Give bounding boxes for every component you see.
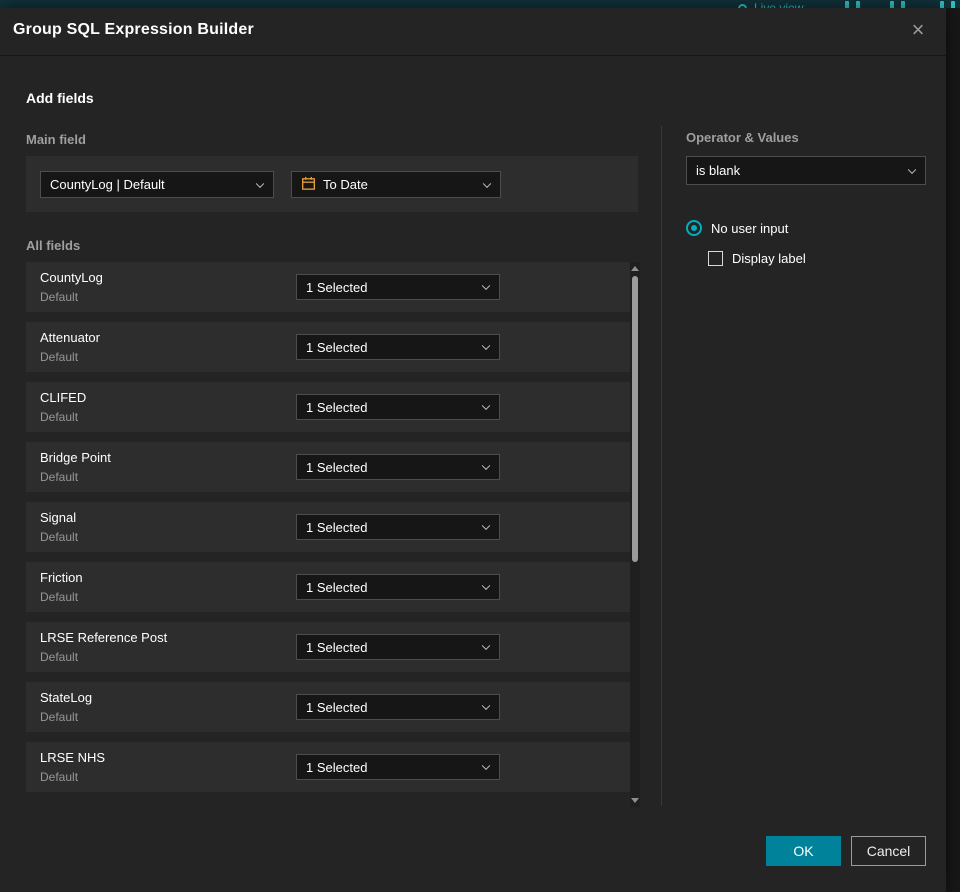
toolbar-icon[interactable] [901, 1, 905, 8]
field-name: LRSE Reference Post [40, 630, 168, 645]
selected-value: 1 Selected [306, 399, 368, 415]
main-field-container: CountyLog | Default To Date [26, 156, 638, 212]
chevron-down-icon [481, 641, 491, 651]
chevron-down-icon [255, 179, 265, 188]
field-row-friction: Friction Default 1 Selected [26, 562, 638, 612]
main-field-label: Main field [26, 132, 86, 147]
app-toolbar-clipped: Live view [0, 1, 960, 8]
chevron-down-icon [481, 401, 491, 411]
field-selected-dropdown[interactable]: 1 Selected [296, 334, 500, 360]
field-name: Bridge Point [40, 450, 111, 465]
live-view-toggle[interactable]: Live view [738, 1, 803, 8]
chevron-down-icon [481, 701, 491, 711]
radio-label: No user input [711, 220, 789, 236]
operator-dropdown-value: is blank [696, 163, 741, 178]
field-name: LRSE NHS [40, 750, 106, 765]
selected-value: 1 Selected [306, 579, 368, 595]
field-row-clifed: CLIFED Default 1 Selected [26, 382, 638, 432]
chevron-down-icon [482, 179, 492, 188]
chevron-down-icon [481, 461, 491, 471]
selected-value: 1 Selected [306, 639, 368, 655]
cancel-button[interactable]: Cancel [851, 836, 926, 866]
toolbar-icon[interactable] [951, 1, 955, 8]
field-selected-dropdown[interactable]: 1 Selected [296, 574, 500, 600]
dialog-header: Group SQL Expression Builder × [0, 8, 946, 56]
field-name: Signal [40, 510, 77, 525]
date-field-dropdown[interactable]: To Date [291, 171, 501, 198]
main-field-dropdown[interactable]: CountyLog | Default [40, 171, 274, 198]
chevron-down-icon [481, 761, 491, 771]
field-name: Attenuator [40, 330, 100, 345]
no-user-input-radio[interactable]: No user input [686, 220, 788, 236]
date-field-dropdown-value: To Date [323, 177, 368, 192]
ok-button[interactable]: OK [766, 836, 841, 866]
field-row-lrse-nhs: LRSE NHS Default 1 Selected [26, 742, 638, 792]
field-row-signal: Signal Default 1 Selected [26, 502, 638, 552]
group-sql-expression-builder-dialog: Group SQL Expression Builder × Add field… [0, 8, 946, 892]
selected-value: 1 Selected [306, 519, 368, 535]
field-name: CountyLog [40, 270, 103, 285]
toolbar-icon[interactable] [940, 1, 944, 8]
field-subtitle: Default [40, 650, 79, 664]
field-selected-dropdown[interactable]: 1 Selected [296, 394, 500, 420]
chevron-down-icon [481, 341, 491, 351]
field-row-statelog: StateLog Default 1 Selected [26, 682, 638, 732]
field-selected-dropdown[interactable]: 1 Selected [296, 754, 500, 780]
toolbar-icon[interactable] [856, 1, 860, 8]
selected-value: 1 Selected [306, 279, 368, 295]
radio-selected-icon [686, 220, 702, 236]
chevron-down-icon [481, 521, 491, 531]
field-subtitle: Default [40, 530, 79, 544]
column-divider [661, 126, 662, 806]
field-subtitle: Default [40, 290, 79, 304]
operator-values-label: Operator & Values [686, 130, 799, 145]
chevron-down-icon [481, 581, 491, 591]
field-selected-dropdown[interactable]: 1 Selected [296, 514, 500, 540]
field-row-attenuator: Attenuator Default 1 Selected [26, 322, 638, 372]
main-field-dropdown-value: CountyLog | Default [50, 177, 165, 192]
field-name: Friction [40, 570, 83, 585]
selected-value: 1 Selected [306, 459, 368, 475]
list-scrollbar[interactable] [630, 262, 640, 807]
field-row-bridge-point: Bridge Point Default 1 Selected [26, 442, 638, 492]
checkbox-unchecked-icon [708, 251, 723, 266]
checkbox-label: Display label [732, 251, 806, 266]
field-subtitle: Default [40, 350, 79, 364]
scrollbar-thumb[interactable] [632, 276, 638, 562]
field-selected-dropdown[interactable]: 1 Selected [296, 454, 500, 480]
add-fields-heading: Add fields [26, 90, 94, 106]
dialog-title: Group SQL Expression Builder [13, 21, 254, 38]
field-subtitle: Default [40, 590, 79, 604]
scroll-down-icon[interactable] [631, 798, 639, 803]
chevron-down-icon [481, 281, 491, 291]
toolbar-icon[interactable] [845, 1, 849, 8]
selected-value: 1 Selected [306, 699, 368, 715]
background-gutter [946, 8, 960, 892]
all-fields-list: CountyLog Default 1 Selected Attenuator … [26, 262, 638, 802]
display-label-checkbox[interactable]: Display label [708, 251, 806, 266]
field-subtitle: Default [40, 410, 79, 424]
live-view-label: Live view [754, 1, 804, 8]
selected-value: 1 Selected [306, 339, 368, 355]
field-subtitle: Default [40, 470, 79, 484]
field-selected-dropdown[interactable]: 1 Selected [296, 694, 500, 720]
chevron-down-icon [907, 165, 917, 174]
field-subtitle: Default [40, 710, 79, 724]
calendar-icon [301, 176, 316, 194]
field-row-countylog: CountyLog Default 1 Selected [26, 262, 638, 312]
selected-value: 1 Selected [306, 759, 368, 775]
field-selected-dropdown[interactable]: 1 Selected [296, 634, 500, 660]
field-name: StateLog [40, 690, 93, 705]
toolbar-icon[interactable] [890, 1, 894, 8]
field-row-lrse-reference-post: LRSE Reference Post Default 1 Selected [26, 622, 638, 672]
field-subtitle: Default [40, 770, 79, 784]
scroll-up-icon[interactable] [631, 266, 639, 271]
close-icon[interactable]: × [904, 16, 932, 44]
screen: Live view Group SQL Expression Builder ×… [0, 0, 960, 892]
app-background-strip: Live view [0, 0, 960, 8]
operator-dropdown[interactable]: is blank [686, 156, 926, 185]
field-name: CLIFED [40, 390, 87, 405]
field-selected-dropdown[interactable]: 1 Selected [296, 274, 500, 300]
all-fields-label: All fields [26, 238, 81, 253]
